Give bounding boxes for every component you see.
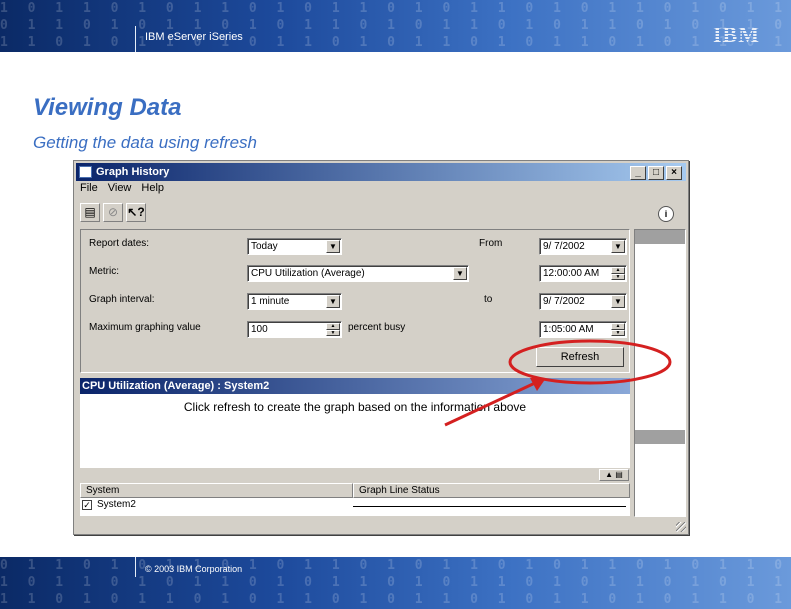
menu-bar: File View Help: [80, 182, 164, 194]
menu-file[interactable]: File: [80, 182, 98, 194]
resize-grip-icon[interactable]: [676, 522, 686, 532]
max-graph-value: 100: [251, 324, 268, 335]
from-time-input[interactable]: 12:00:00 AM ▲ ▼: [539, 265, 627, 282]
pane-divider-bar: [635, 430, 685, 444]
spin-buttons[interactable]: ▲ ▼: [326, 323, 340, 336]
maximize-button[interactable]: □: [648, 166, 664, 180]
spin-buttons[interactable]: ▲ ▼: [611, 267, 625, 280]
page-subtitle: Getting the data using refresh: [33, 133, 257, 152]
footer-copyright: © 2003 IBM Corporation: [145, 564, 243, 574]
window-title: Graph History: [96, 166, 170, 178]
graph-history-window: Graph History _ □ × File View Help ▤ ⊘ ↖…: [73, 160, 689, 535]
app-icon: [79, 166, 92, 178]
graph-message: Click refresh to create the graph based …: [183, 400, 527, 414]
metric-select[interactable]: CPU Utilization (Average) ▼: [247, 265, 469, 282]
system-list: ✓ System2: [80, 498, 630, 516]
graph-interval-label: Graph interval:: [89, 294, 155, 305]
graph-interval-select[interactable]: 1 minute ▼: [247, 293, 342, 310]
refresh-button[interactable]: Refresh: [536, 347, 624, 367]
close-button[interactable]: ×: [666, 166, 682, 180]
max-graph-label: Maximum graphing value: [89, 322, 201, 333]
chevron-down-icon[interactable]: ▼: [611, 295, 625, 308]
chevron-down-icon[interactable]: ▼: [326, 295, 340, 308]
from-date-select[interactable]: 9/ 7/2002 ▼: [539, 238, 627, 255]
report-dates-value: Today: [251, 241, 278, 252]
to-date-value: 9/ 7/2002: [543, 296, 585, 307]
stop-icon[interactable]: ⊘: [103, 203, 123, 222]
chevron-down-icon[interactable]: ▼: [326, 240, 340, 253]
from-label: From: [479, 238, 503, 249]
chevron-down-icon[interactable]: ▼: [453, 267, 467, 280]
help-pointer-icon[interactable]: ↖?: [126, 203, 146, 222]
metric-value: CPU Utilization (Average): [251, 268, 365, 279]
chevron-down-icon[interactable]: ▼: [611, 240, 625, 253]
graph-header: CPU Utilization (Average) : System2: [80, 378, 630, 394]
binary-pattern: 1 0 1 1 0 1 0 1 1 0 1 0 1 1 0 1 0 1 1 0 …: [0, 1, 789, 50]
list-item[interactable]: ✓ System2: [82, 499, 136, 510]
max-graph-input[interactable]: 100 ▲ ▼: [247, 321, 342, 338]
properties-icon[interactable]: ▤: [80, 203, 100, 222]
from-date-value: 9/ 7/2002: [543, 241, 585, 252]
toolbar: ▤ ⊘ ↖?: [80, 203, 146, 222]
system-name: System2: [97, 499, 136, 510]
ibm-logo: IBM: [713, 22, 760, 47]
header-band: 1 0 1 1 0 1 0 1 1 0 1 0 1 1 0 1 0 1 1 0 …: [0, 0, 791, 52]
to-time-value: 1:05:00 AM: [543, 324, 594, 335]
header-title: IBM eServer iSeries: [145, 31, 243, 43]
window-titlebar[interactable]: Graph History _ □ ×: [76, 163, 686, 181]
status-line: [353, 506, 626, 507]
spin-buttons[interactable]: ▲ ▼: [611, 323, 625, 336]
footer-band: 0 1 1 0 1 0 1 1 0 1 0 1 1 0 1 0 1 1 0 1 …: [0, 557, 791, 609]
menu-view[interactable]: View: [108, 182, 132, 194]
to-date-select[interactable]: 9/ 7/2002 ▼: [539, 293, 627, 310]
right-pane: [634, 229, 686, 517]
graph-area: Click refresh to create the graph based …: [80, 394, 630, 468]
to-label: to: [484, 294, 493, 305]
pane-header-bar: [635, 230, 685, 244]
report-dates-select[interactable]: Today ▼: [247, 238, 342, 255]
binary-pattern: 0 1 1 0 1 0 1 1 0 1 0 1 1 0 1 0 1 1 0 1 …: [0, 558, 789, 607]
footer-separator: [135, 557, 136, 577]
graph-interval-value: 1 minute: [251, 296, 290, 307]
menu-help[interactable]: Help: [141, 182, 164, 194]
header-separator: [135, 26, 136, 52]
column-system[interactable]: System: [80, 483, 353, 498]
splitter-handle[interactable]: ▲ ▤: [599, 469, 629, 481]
minimize-button[interactable]: _: [630, 166, 646, 180]
page-title: Viewing Data: [33, 94, 182, 121]
to-time-input[interactable]: 1:05:00 AM ▲ ▼: [539, 321, 627, 338]
report-dates-label: Report dates:: [89, 238, 150, 249]
metric-label: Metric:: [89, 266, 119, 277]
slide: 1 0 1 1 0 1 0 1 1 0 1 0 1 1 0 1 0 1 1 0 …: [0, 0, 791, 609]
checkbox-checked-icon[interactable]: ✓: [82, 499, 92, 510]
from-time-value: 12:00:00 AM: [543, 268, 600, 279]
list-header: System Graph Line Status: [80, 483, 630, 498]
column-graph-line-status[interactable]: Graph Line Status: [353, 483, 630, 498]
max-graph-unit: percent busy: [348, 322, 406, 333]
info-icon[interactable]: i: [658, 206, 674, 222]
